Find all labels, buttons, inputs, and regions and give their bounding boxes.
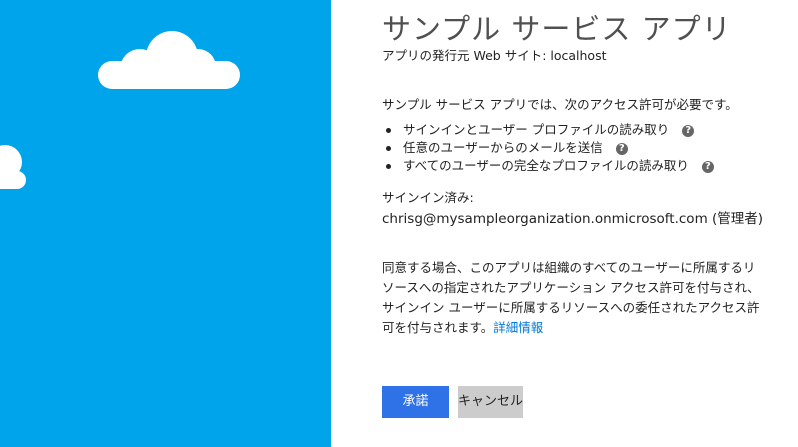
bullet-icon [386,164,391,169]
signed-in-label: サインイン済み: [382,190,474,205]
sky-illustration-panel [0,0,331,447]
action-buttons: 承諾 キャンセル [382,386,523,418]
consent-panel: サンプル サービス アプリ アプリの発行元 Web サイト: localhost… [382,0,792,447]
permission-request-text: サンプル サービス アプリでは、次のアクセス許可が必要です。 [382,97,738,112]
permission-item-read-all-profiles: すべてのユーザーの完全なプロファイルの読み取り ? [382,157,714,175]
cancel-button[interactable]: キャンセル [458,386,523,418]
signed-in-user: chrisg@mysampleorganization.onmicrosoft.… [382,211,764,227]
bullet-icon [386,128,391,133]
permission-list: サインインとユーザー プロファイルの読み取り ? 任意のユーザーからのメールを送… [382,121,714,175]
permission-label: すべてのユーザーの完全なプロファイルの読み取り [403,158,689,173]
consent-line: 同意する場合、このアプリは組織のすべてのユーザーに所属するリ [382,260,756,275]
consent-final-line: 可を付与されます。詳細情報 [382,318,787,338]
cloud-icon-large [98,31,240,89]
permission-label: サインインとユーザー プロファイルの読み取り [403,122,670,137]
permission-item-send-mail: 任意のユーザーからのメールを送信 ? [382,139,714,157]
cloud-icon-small [0,145,26,189]
publisher-text: アプリの発行元 Web サイト: localhost [382,48,607,63]
accept-button[interactable]: 承諾 [382,386,449,418]
details-link[interactable]: 詳細情報 [493,320,543,335]
app-title: サンプル サービス アプリ [382,12,732,46]
question-mark-icon[interactable]: ? [701,161,714,173]
consent-line: ソースへの指定されたアプリケーション アクセス許可を付与され、 [382,280,760,295]
consent-line: サインイン ユーザーに所属するリソースへの委任されたアクセス許 [382,300,760,315]
consent-line-end: 可を付与されます。 [382,320,494,335]
question-mark-icon[interactable]: ? [682,125,695,137]
permission-label: 任意のユーザーからのメールを送信 [403,140,603,155]
permission-item-sign-in-profile: サインインとユーザー プロファイルの読み取り ? [382,121,714,139]
bullet-icon [386,146,391,151]
app-consent-page: サンプル サービス アプリ アプリの発行元 Web サイト: localhost… [0,0,798,447]
consent-description: 同意する場合、このアプリは組織のすべてのユーザーに所属するリ ソースへの指定され… [382,258,787,338]
question-mark-icon[interactable]: ? [615,143,628,155]
